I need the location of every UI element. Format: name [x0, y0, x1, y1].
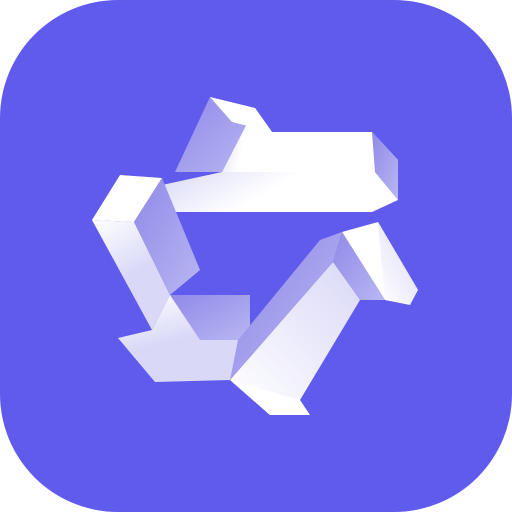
icon-background	[0, 0, 512, 512]
app-icon-graphic	[0, 0, 512, 512]
app-icon[interactable]	[0, 0, 512, 512]
